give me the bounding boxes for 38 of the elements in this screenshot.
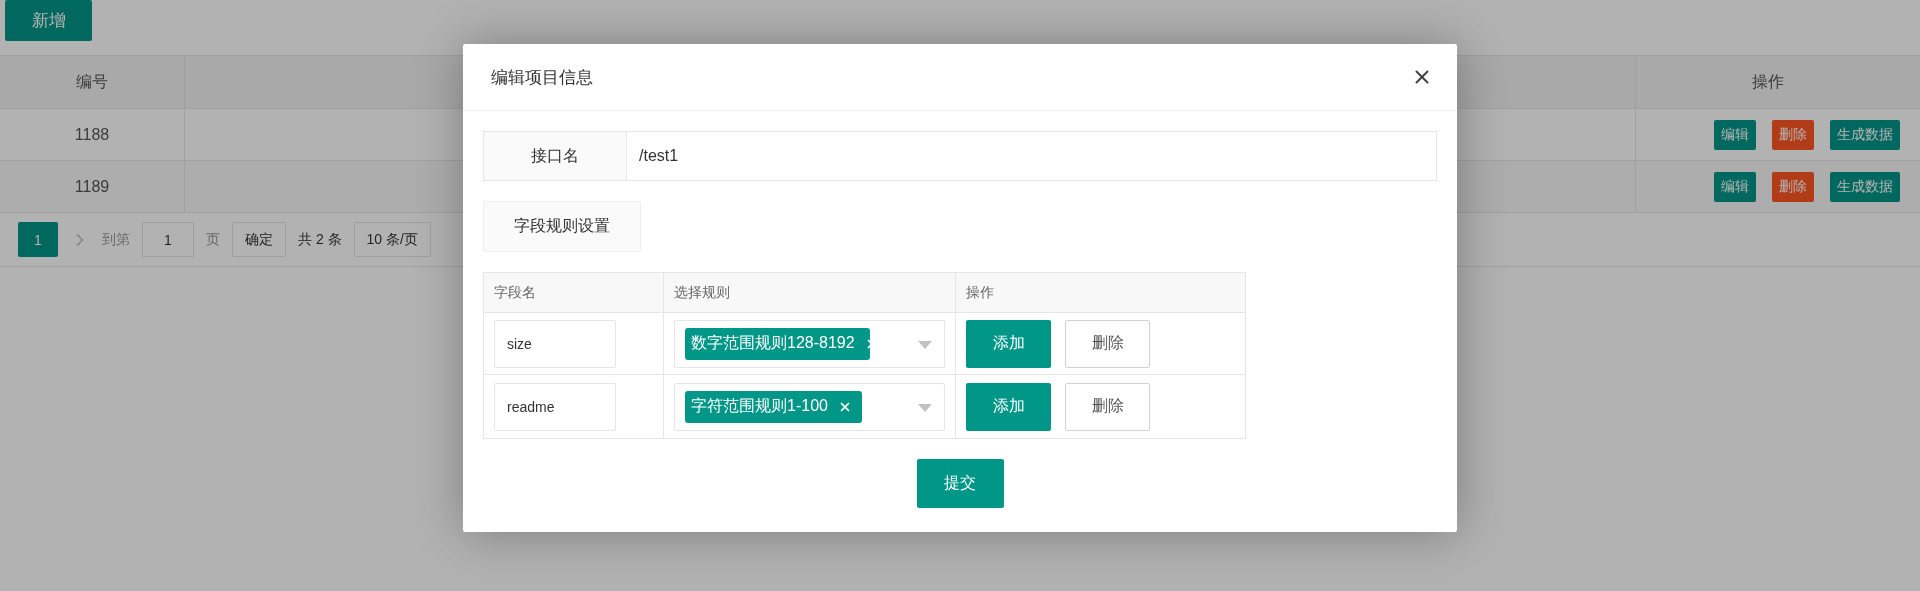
rule-tag: 字符范围规则1-100 [685,390,862,423]
id-cell: 1189 [74,177,110,196]
rule-select[interactable]: 数字范围规则128-8192 [674,319,945,368]
page-input[interactable]: 1 [142,222,194,257]
field-label: 接口名 [483,131,627,181]
rule-tag: 数字范围规则128-8192 [685,327,870,360]
column-header: 操作 [966,283,994,302]
action-button[interactable]: 生成数据 [1830,119,1900,150]
total-count: 共 2 条 [298,230,342,249]
add-row-button[interactable]: 添加 [966,382,1051,431]
dialog-title: 编辑项目信息 [491,66,593,89]
field-name-input[interactable]: readme [494,382,616,431]
action-button[interactable]: 删除 [1772,171,1814,202]
page-unit: 页 [206,230,220,249]
action-button[interactable]: 生成数据 [1830,171,1900,202]
id-cell: 1188 [74,125,110,144]
rule-select[interactable]: 字符范围规则1-100 [674,382,945,431]
action-button[interactable]: 删除 [1772,119,1814,150]
column-header: 字段名 [494,283,536,302]
add-button[interactable]: 新增 [5,0,92,41]
confirm-button[interactable]: 确定 [232,222,286,257]
column-header: 选择规则 [674,283,730,302]
dropdown-caret-icon [918,340,932,349]
column-header: 编号 [76,71,108,92]
delete-row-button[interactable]: 删除 [1065,319,1150,368]
page-button[interactable]: 1 [18,222,58,257]
field-name-input[interactable]: size [494,319,616,368]
delete-row-button[interactable]: 删除 [1065,382,1150,431]
goto-label: 到第 [102,230,130,249]
submit-button[interactable]: 提交 [916,459,1004,508]
add-row-button[interactable]: 添加 [966,319,1051,368]
action-button[interactable]: 编辑 [1714,171,1756,202]
page-size-select[interactable]: 10 条/页 [353,222,431,257]
section-button[interactable]: 字段规则设置 [483,201,641,252]
action-button[interactable]: 编辑 [1714,119,1756,150]
column-header: 操作 [1752,71,1784,92]
dropdown-caret-icon [918,403,932,412]
interface-name-field[interactable]: /test1 [627,131,1437,181]
